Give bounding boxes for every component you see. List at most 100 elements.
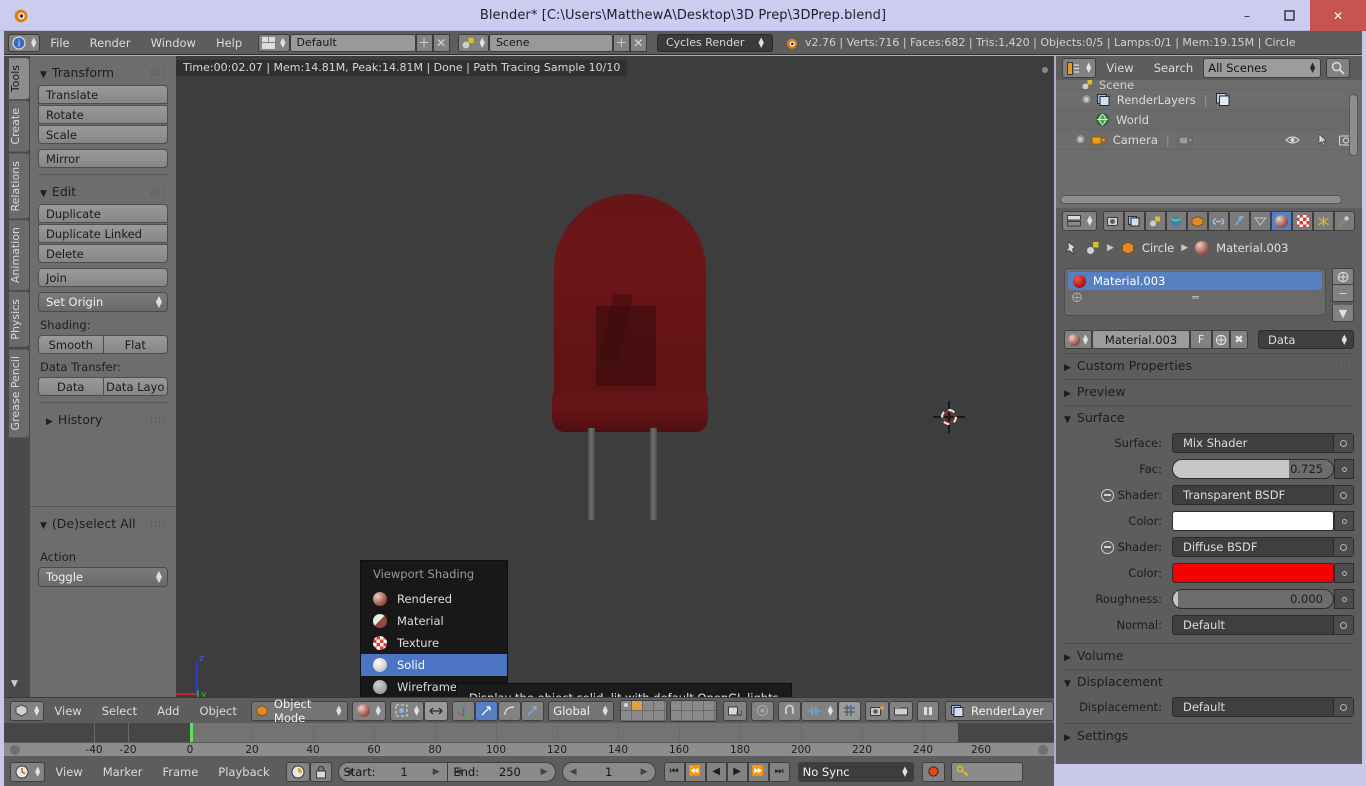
section-custom-properties[interactable]: ▶ Custom Properties :::: <box>1064 353 1354 375</box>
section-settings[interactable]: ▶ Settings :::: <box>1064 723 1354 745</box>
fake-user-button[interactable]: F <box>1190 330 1212 349</box>
chevron-right-icon[interactable]: ▶ <box>641 767 648 777</box>
snap-magnet-button[interactable] <box>777 700 801 721</box>
link-socket-icon[interactable] <box>1333 698 1353 716</box>
shading-option-rendered[interactable]: Rendered <box>361 588 507 610</box>
tab-physics[interactable] <box>1313 211 1335 231</box>
outliner-menu-view[interactable]: View <box>1096 56 1143 80</box>
remove-slot-button[interactable]: − <box>1332 285 1354 302</box>
shading-option-solid[interactable]: Solid <box>361 654 507 676</box>
sidebar-tab-relations[interactable]: Relations <box>9 153 29 219</box>
next-keyframe-button[interactable]: ⏩ <box>747 761 769 782</box>
manipulator-arrow-button[interactable] <box>521 700 545 721</box>
normal-selector[interactable]: Default <box>1172 615 1354 635</box>
sidebar-tab-tools[interactable]: Tools <box>9 58 29 100</box>
tab-object[interactable] <box>1187 211 1209 231</box>
previous-keyframe-button[interactable]: ⏪ <box>684 761 706 782</box>
outliner-row-scene[interactable]: Scene <box>1056 80 1362 90</box>
delete-scene-button[interactable]: ✕ <box>629 33 647 52</box>
panel-header-transform[interactable]: ▼ Transform :::: <box>38 62 168 85</box>
sidebar-tab-physics[interactable]: Physics <box>9 292 29 347</box>
action-dropdown[interactable]: Toggle ▲ ▼ <box>38 567 168 587</box>
breadcrumb-material[interactable]: Material.003 <box>1216 241 1288 255</box>
chevron-left-icon[interactable]: ◀ <box>570 767 577 777</box>
tab-scene[interactable] <box>1145 211 1167 231</box>
link-socket-icon[interactable] <box>1334 511 1354 531</box>
tab-object-data[interactable] <box>1334 211 1356 231</box>
material-slot-selected[interactable]: Material.003 <box>1068 272 1322 290</box>
jump-to-end-button[interactable]: ⏭ <box>768 761 790 782</box>
selectable-cursor-icon[interactable] <box>1318 133 1328 146</box>
menu-file[interactable]: File <box>40 31 79 55</box>
tab-render-layers[interactable] <box>1124 211 1146 231</box>
roughness-slider[interactable]: 0.000 <box>1172 589 1334 609</box>
set-origin-dropdown[interactable]: Set Origin ▲ ▼ <box>38 292 168 312</box>
frame-start-field[interactable]: ◀ Start: 1 ▶ <box>337 761 448 782</box>
proportional-edit-button[interactable] <box>750 700 774 721</box>
outliner-scope-selector[interactable]: All Scenes ▲ ▼ <box>1203 58 1322 78</box>
outliner-tree[interactable]: Scene ◉ RenderLayers | World ◉ Camera | <box>1056 80 1362 208</box>
scene-icon-button[interactable]: ▲ ▼ <box>457 33 489 52</box>
pause-render-button[interactable] <box>917 700 939 721</box>
object-mode-selector[interactable]: Object Mode ▲ ▼ <box>250 697 348 725</box>
scene-icon[interactable] <box>1086 241 1100 255</box>
shader2-selector[interactable]: Diffuse BSDF <box>1172 537 1354 557</box>
timeline-menu-marker[interactable]: Marker <box>93 760 153 784</box>
panel-header-deselect-all[interactable]: ▼ (De)select All :::: <box>38 513 168 536</box>
join-button[interactable]: Join <box>38 268 168 287</box>
data-layout-button[interactable]: Data Layo <box>103 377 168 396</box>
section-surface[interactable]: ▼ Surface :::: <box>1064 405 1354 427</box>
editor-type-selector-timeline[interactable]: ▲ ▼ <box>10 761 46 782</box>
snap-element-button[interactable] <box>838 700 861 721</box>
link-socket-icon[interactable] <box>1334 459 1354 479</box>
lock-button[interactable] <box>309 761 332 782</box>
collapse-shader1-icon[interactable] <box>1100 488 1114 502</box>
current-frame-field[interactable]: ◀ 1 ▶ <box>561 761 656 782</box>
tab-constraints[interactable] <box>1208 211 1230 231</box>
add-scene-button[interactable]: ＋ <box>612 33 630 52</box>
viewport-shading-selector[interactable]: ▲ ▼ <box>351 700 386 721</box>
sidebar-tab-create[interactable]: Create <box>9 101 29 152</box>
mirror-button[interactable]: Mirror <box>38 149 168 168</box>
scene-layers-block-2[interactable] <box>669 699 717 722</box>
tab-texture[interactable] <box>1292 211 1314 231</box>
section-volume[interactable]: ▶ Volume :::: <box>1064 643 1354 665</box>
link-socket-icon[interactable] <box>1333 434 1353 452</box>
viewport-shading-menu[interactable]: Viewport Shading Rendered Material Textu… <box>360 560 508 697</box>
editor-type-selector-properties[interactable]: ▲ ▼ <box>1062 211 1098 231</box>
add-material-slot-icon[interactable]: ⨁ <box>1072 292 1082 303</box>
chevron-left-icon[interactable]: ◀ <box>346 767 353 777</box>
tab-render[interactable] <box>1103 211 1125 231</box>
play-button[interactable]: ▶ <box>726 761 748 782</box>
add-screen-layout-button[interactable]: ＋ <box>415 33 433 52</box>
outliner-horizontal-scrollbar[interactable] <box>1060 195 1342 204</box>
pivot-point-selector[interactable]: ▲ ▼ <box>389 700 425 721</box>
scrollbar-right-handle[interactable] <box>1038 745 1048 755</box>
timeline-ruler[interactable]: -40 -20 0 20 40 60 80 100 120 140 160 18… <box>4 742 1054 756</box>
scene-layers-block-1[interactable] <box>619 699 667 722</box>
render-engine-selector[interactable]: Cycles Render ▲ ▼ <box>656 33 773 52</box>
menu-help[interactable]: Help <box>206 31 252 55</box>
sidebar-tab-grease-pencil[interactable]: Grease Pencil <box>9 348 29 438</box>
diffuse-color-swatch[interactable] <box>1172 563 1334 583</box>
scale-button[interactable]: Scale <box>38 125 168 144</box>
shade-smooth-button[interactable]: Smooth <box>38 335 104 354</box>
keying-set-field[interactable] <box>950 761 1023 782</box>
outliner-row-world[interactable]: World <box>1056 110 1362 130</box>
timeline-menu-view[interactable]: View <box>45 760 92 784</box>
translate-manipulator-button[interactable] <box>452 700 476 721</box>
shade-flat-button[interactable]: Flat <box>103 335 168 354</box>
rotate-button[interactable]: Rotate <box>38 105 168 124</box>
scrollbar-left-handle[interactable] <box>10 745 20 755</box>
duplicate-button[interactable]: Duplicate <box>38 204 168 223</box>
chevron-left-icon[interactable]: ◀ <box>455 767 462 777</box>
collapse-shader2-icon[interactable] <box>1100 540 1114 554</box>
auto-keyframe-button[interactable] <box>285 761 310 782</box>
editor-type-selector-outliner[interactable]: ▲ ▼ <box>1062 58 1097 78</box>
translate-button[interactable]: Translate <box>38 85 168 104</box>
manipulator-toggle-button[interactable] <box>424 700 449 721</box>
panel-header-edit[interactable]: ▼ Edit :::: <box>38 181 168 204</box>
link-socket-icon[interactable] <box>1334 563 1354 583</box>
timeline-menu-playback[interactable]: Playback <box>208 760 279 784</box>
minimize-button[interactable]: – <box>1226 0 1268 31</box>
